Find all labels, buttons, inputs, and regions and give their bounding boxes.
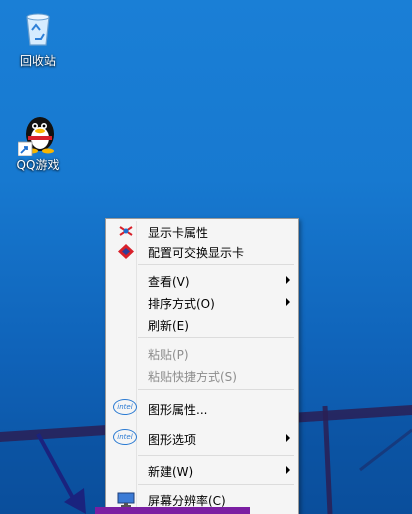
menu-item-refresh[interactable]: 刷新(E) <box>108 314 296 335</box>
pointer-arrow <box>36 433 86 514</box>
recycle-bin-icon <box>18 8 58 48</box>
intel-icon: intel <box>113 429 137 446</box>
submenu-arrow-icon <box>286 466 290 474</box>
submenu-arrow-icon <box>286 298 290 306</box>
menu-item-paste-shortcut: 粘贴快捷方式(S) <box>148 370 237 384</box>
submenu-arrow-icon <box>286 434 290 442</box>
menu-item-graphics-properties[interactable]: intel 图形属性... <box>108 398 296 419</box>
desktop-context-menu: 显示卡属性 配置可交换显示卡 查看(V) 排序方式(O) 刷新(E) 粘贴(P)… <box>105 218 299 514</box>
menu-separator <box>138 337 294 338</box>
menu-separator <box>138 484 294 485</box>
menu-item-display-card-properties[interactable]: 显示卡属性 <box>108 221 296 242</box>
menu-item-new[interactable]: 新建(W) <box>108 460 296 481</box>
menu-item-graphics-options[interactable]: intel 图形选项 <box>108 428 296 449</box>
qq-game-label: QQ游戏 <box>16 158 60 172</box>
desktop-icon-recycle-bin[interactable]: 回收站 <box>6 8 70 69</box>
submenu-arrow-icon <box>286 276 290 284</box>
switchable-graphics-icon <box>116 243 136 260</box>
intel-icon: intel <box>113 399 137 416</box>
menu-separator <box>138 455 294 456</box>
menu-item-view[interactable]: 查看(V) <box>108 270 296 291</box>
qq-penguin-icon <box>17 112 58 157</box>
desktop[interactable]: 回收站 QQ游戏 显示卡属性 配置可交换显示卡 查看(V) 排序方式(O) 刷新… <box>0 0 412 514</box>
graphics-card-icon <box>116 223 136 240</box>
desktop-icon-qq-game[interactable]: QQ游戏 <box>6 112 70 173</box>
menu-item-sort-by[interactable]: 排序方式(O) <box>108 292 296 313</box>
menu-item-configure-switchable-graphics[interactable]: 配置可交换显示卡 <box>108 241 296 262</box>
menu-item-paste: 粘贴(P) <box>148 348 189 362</box>
menu-separator <box>138 264 294 265</box>
screen-resolution-icon <box>116 491 136 508</box>
highlight-bar <box>95 507 250 514</box>
recycle-bin-label: 回收站 <box>19 54 56 68</box>
menu-separator <box>138 389 294 390</box>
